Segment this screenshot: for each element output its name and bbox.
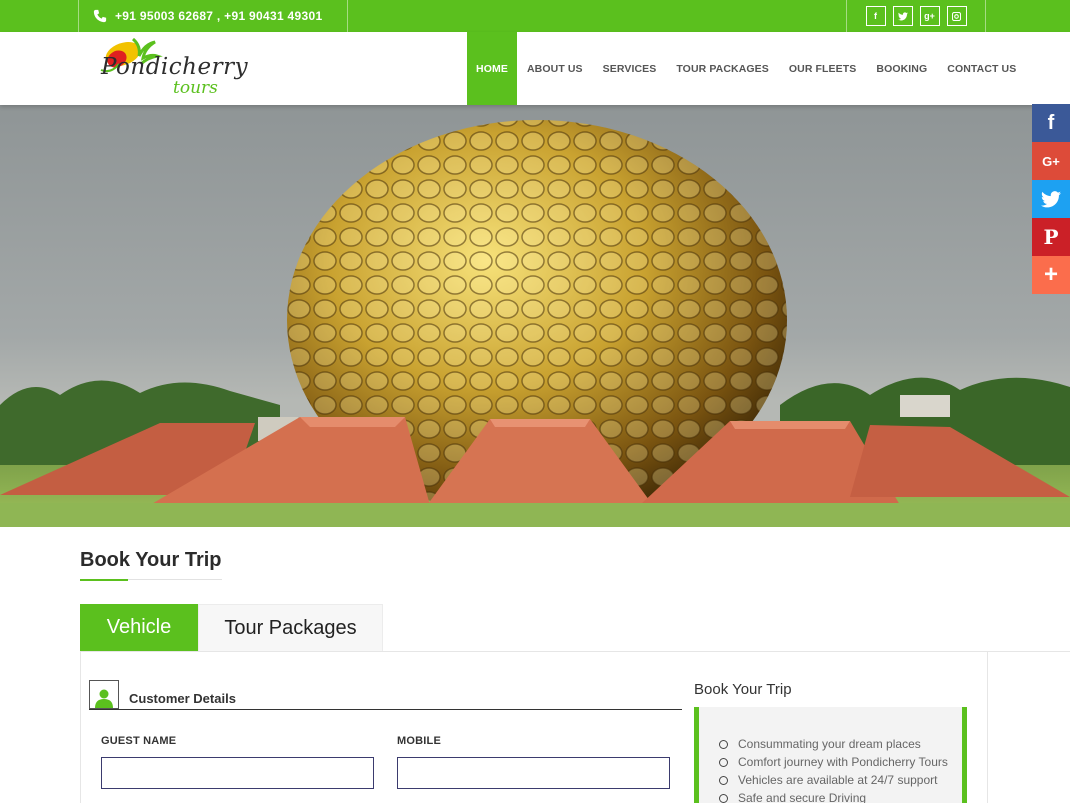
nav-about-us[interactable]: ABOUT US — [517, 32, 593, 105]
customer-details-heading: Customer Details — [129, 691, 236, 706]
phone-numbers: +91 95003 62687 , +91 90431 49301 — [115, 9, 323, 23]
share-pinterest-button[interactable]: P — [1032, 218, 1070, 256]
nav-home[interactable]: HOME — [467, 32, 517, 105]
topbar-social-links: f g+ — [846, 0, 986, 32]
booking-tabs: Vehicle Tour Packages — [80, 604, 383, 651]
circle-bullet-icon — [719, 739, 728, 749]
sidebar-title: Book Your Trip — [694, 681, 792, 698]
hero-banner-matrimandir — [0, 105, 1070, 527]
list-item: Consummating your dream places — [719, 735, 948, 753]
nav-booking[interactable]: BOOKING — [866, 32, 937, 105]
google-plus-icon[interactable]: g+ — [919, 6, 940, 26]
site-header: Pondicherry tours HOME ABOUT US SERVICES… — [0, 32, 1070, 105]
circle-bullet-icon — [719, 793, 728, 803]
nav-contact-us[interactable]: CONTACT US — [937, 32, 1026, 105]
tab-vehicle[interactable]: Vehicle — [80, 604, 198, 651]
logo-text-pondicherry: Pondicherry — [101, 54, 249, 80]
sidebar-features-box: Consummating your dream places Comfort j… — [694, 707, 967, 803]
twitter-bird-icon — [1041, 190, 1061, 207]
site-logo[interactable]: Pondicherry tours — [93, 34, 248, 104]
share-google-plus-button[interactable]: G+ — [1032, 142, 1070, 180]
guest-name-input[interactable] — [101, 757, 374, 789]
facebook-icon[interactable]: f — [865, 6, 886, 26]
customer-details-divider — [89, 709, 682, 710]
circle-bullet-icon — [719, 757, 728, 767]
nav-our-fleets[interactable]: OUR FLEETS — [779, 32, 867, 105]
list-item: Comfort journey with Pondicherry Tours — [719, 753, 948, 771]
section-title-underline — [80, 579, 222, 581]
tab-tour-packages[interactable]: Tour Packages — [198, 604, 383, 651]
twitter-icon[interactable] — [892, 6, 913, 26]
logo-text-tours: tours — [173, 78, 218, 98]
nav-services[interactable]: SERVICES — [593, 32, 667, 105]
instagram-icon[interactable] — [946, 6, 967, 26]
main-navigation: HOME ABOUT US SERVICES TOUR PACKAGES OUR… — [467, 32, 1026, 105]
list-item: Vehicles are available at 24/7 support — [719, 771, 948, 789]
guest-name-label: GUEST NAME — [101, 735, 177, 747]
top-bar: +91 95003 62687 , +91 90431 49301 f g+ — [0, 0, 1070, 32]
sidebar-feature-list: Consummating your dream places Comfort j… — [719, 735, 948, 803]
share-twitter-button[interactable] — [1032, 180, 1070, 218]
circle-bullet-icon — [719, 775, 728, 785]
section-title-book-your-trip: Book Your Trip — [80, 549, 222, 571]
mobile-input[interactable] — [397, 757, 670, 789]
list-item: Safe and secure Driving — [719, 789, 948, 803]
user-icon — [89, 680, 119, 709]
mobile-label: MOBILE — [397, 735, 441, 747]
phone-icon — [93, 9, 107, 23]
floating-share-bar: f G+ P + — [1032, 104, 1070, 294]
share-more-button[interactable]: + — [1032, 256, 1070, 294]
hero-image — [0, 120, 1070, 527]
phone-contact[interactable]: +91 95003 62687 , +91 90431 49301 — [78, 0, 348, 32]
share-facebook-button[interactable]: f — [1032, 104, 1070, 142]
nav-tour-packages[interactable]: TOUR PACKAGES — [666, 32, 779, 105]
